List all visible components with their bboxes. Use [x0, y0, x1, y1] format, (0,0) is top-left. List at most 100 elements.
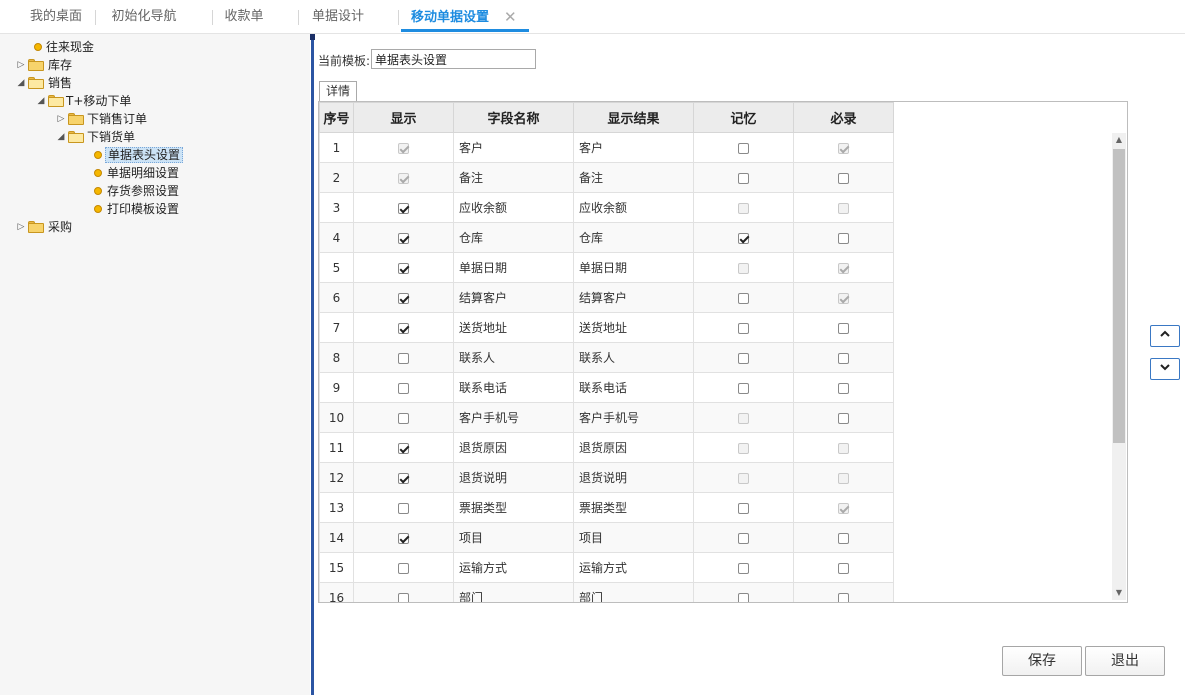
table-row[interactable]: 13 票据类型 票据类型: [319, 492, 894, 523]
required-checkbox[interactable]: [838, 172, 849, 184]
table-row[interactable]: 5 单据日期 单据日期: [319, 252, 894, 283]
table-row[interactable]: 6 结算客户 结算客户: [319, 282, 894, 313]
display-result-cell[interactable]: 联系电话: [573, 372, 694, 403]
table-row[interactable]: 9 联系电话 联系电话: [319, 372, 894, 403]
field-name-cell[interactable]: 应收余额: [453, 192, 574, 223]
show-checkbox[interactable]: [398, 442, 409, 454]
memory-checkbox[interactable]: [738, 232, 749, 244]
tree-node-delivery[interactable]: ◢ 下销货单: [56, 128, 137, 146]
tree-node-header-settings[interactable]: 单据表头设置: [92, 146, 184, 164]
tree-node-sales-order[interactable]: ▷ 下销售订单: [56, 110, 149, 128]
tree-node-cash[interactable]: 往来现金: [32, 38, 96, 56]
tab-desktop[interactable]: 我的桌面: [20, 0, 92, 34]
table-row[interactable]: 15 运输方式 运输方式: [319, 552, 894, 583]
memory-checkbox[interactable]: [738, 142, 749, 154]
display-result-cell[interactable]: 结算客户: [573, 282, 694, 313]
memory-checkbox[interactable]: [738, 562, 749, 574]
table-row[interactable]: 12 退货说明 退货说明: [319, 462, 894, 493]
table-row[interactable]: 1 客户 客户: [319, 132, 894, 163]
field-name-cell[interactable]: 备注: [453, 162, 574, 193]
expand-icon[interactable]: ▷: [16, 56, 26, 74]
field-name-cell[interactable]: 退货说明: [453, 462, 574, 493]
show-checkbox[interactable]: [398, 532, 409, 544]
field-name-cell[interactable]: 联系电话: [453, 372, 574, 403]
panel-splitter[interactable]: [310, 34, 316, 695]
table-row[interactable]: 11 退货原因 退货原因: [319, 432, 894, 463]
display-result-cell[interactable]: 客户手机号: [573, 402, 694, 433]
field-name-cell[interactable]: 票据类型: [453, 492, 574, 523]
field-name-cell[interactable]: 运输方式: [453, 552, 574, 583]
close-icon[interactable]: ✕: [504, 0, 517, 34]
field-name-cell[interactable]: 送货地址: [453, 312, 574, 343]
splitter-handle[interactable]: [310, 34, 315, 40]
table-row[interactable]: 14 项目 项目: [319, 522, 894, 553]
tree-node-detail-settings[interactable]: 单据明细设置: [92, 164, 181, 182]
required-checkbox[interactable]: [838, 532, 849, 544]
required-checkbox[interactable]: [838, 382, 849, 394]
display-result-cell[interactable]: 退货原因: [573, 432, 694, 463]
tab-init-nav[interactable]: 初始化导航: [104, 0, 184, 34]
show-checkbox[interactable]: [398, 592, 409, 602]
table-row[interactable]: 7 送货地址 送货地址: [319, 312, 894, 343]
tree-node-mobile-order[interactable]: ◢ T+移动下单: [36, 92, 133, 110]
memory-checkbox[interactable]: [738, 292, 749, 304]
display-result-cell[interactable]: 送货地址: [573, 312, 694, 343]
column-header-show[interactable]: 显示: [353, 102, 454, 133]
required-checkbox[interactable]: [838, 562, 849, 574]
field-name-cell[interactable]: 仓库: [453, 222, 574, 253]
required-checkbox[interactable]: [838, 232, 849, 244]
template-input[interactable]: [371, 49, 536, 69]
tree-node-inventory[interactable]: ▷ 库存: [16, 56, 74, 74]
show-checkbox[interactable]: [398, 262, 409, 274]
field-name-cell[interactable]: 客户: [453, 132, 574, 163]
save-button[interactable]: 保存: [1002, 646, 1082, 676]
display-result-cell[interactable]: 联系人: [573, 342, 694, 373]
tree-node-purchase[interactable]: ▷ 采购: [16, 218, 74, 236]
display-result-cell[interactable]: 仓库: [573, 222, 694, 253]
show-checkbox[interactable]: [398, 322, 409, 334]
expand-icon[interactable]: ▷: [16, 218, 26, 236]
tree-node-print-template[interactable]: 打印模板设置: [92, 200, 181, 218]
display-result-cell[interactable]: 运输方式: [573, 552, 694, 583]
tab-detail[interactable]: 详情: [319, 81, 357, 101]
display-result-cell[interactable]: 客户: [573, 132, 694, 163]
memory-checkbox[interactable]: [738, 592, 749, 602]
tab-doc-design[interactable]: 单据设计: [305, 0, 371, 34]
memory-checkbox[interactable]: [738, 172, 749, 184]
column-header-field[interactable]: 字段名称: [453, 102, 574, 133]
field-name-cell[interactable]: 退货原因: [453, 432, 574, 463]
memory-checkbox[interactable]: [738, 382, 749, 394]
show-checkbox[interactable]: [398, 382, 409, 394]
column-header-required[interactable]: 必录: [793, 102, 894, 133]
required-checkbox[interactable]: [838, 592, 849, 602]
exit-button[interactable]: 退出: [1085, 646, 1165, 676]
memory-checkbox[interactable]: [738, 352, 749, 364]
display-result-cell[interactable]: 单据日期: [573, 252, 694, 283]
field-name-cell[interactable]: 单据日期: [453, 252, 574, 283]
column-header-result[interactable]: 显示结果: [573, 102, 694, 133]
grid-scrollbar[interactable]: ▲ ▼: [1112, 133, 1126, 600]
collapse-icon[interactable]: ◢: [36, 92, 46, 110]
scroll-thumb[interactable]: [1113, 149, 1125, 443]
memory-checkbox[interactable]: [738, 532, 749, 544]
show-checkbox[interactable]: [398, 232, 409, 244]
display-result-cell[interactable]: 项目: [573, 522, 694, 553]
column-header-memory[interactable]: 记忆: [693, 102, 794, 133]
required-checkbox[interactable]: [838, 352, 849, 364]
field-name-cell[interactable]: 客户手机号: [453, 402, 574, 433]
field-name-cell[interactable]: 联系人: [453, 342, 574, 373]
display-result-cell[interactable]: 备注: [573, 162, 694, 193]
show-checkbox[interactable]: [398, 502, 409, 514]
show-checkbox[interactable]: [398, 292, 409, 304]
tree-node-stock-ref[interactable]: 存货参照设置: [92, 182, 181, 200]
required-checkbox[interactable]: [838, 412, 849, 424]
expand-icon[interactable]: ▷: [56, 110, 66, 128]
show-checkbox[interactable]: [398, 562, 409, 574]
field-name-cell[interactable]: 项目: [453, 522, 574, 553]
memory-checkbox[interactable]: [738, 502, 749, 514]
required-checkbox[interactable]: [838, 322, 849, 334]
field-name-cell[interactable]: 部门: [453, 582, 574, 602]
display-result-cell[interactable]: 票据类型: [573, 492, 694, 523]
show-checkbox[interactable]: [398, 352, 409, 364]
show-checkbox[interactable]: [398, 412, 409, 424]
